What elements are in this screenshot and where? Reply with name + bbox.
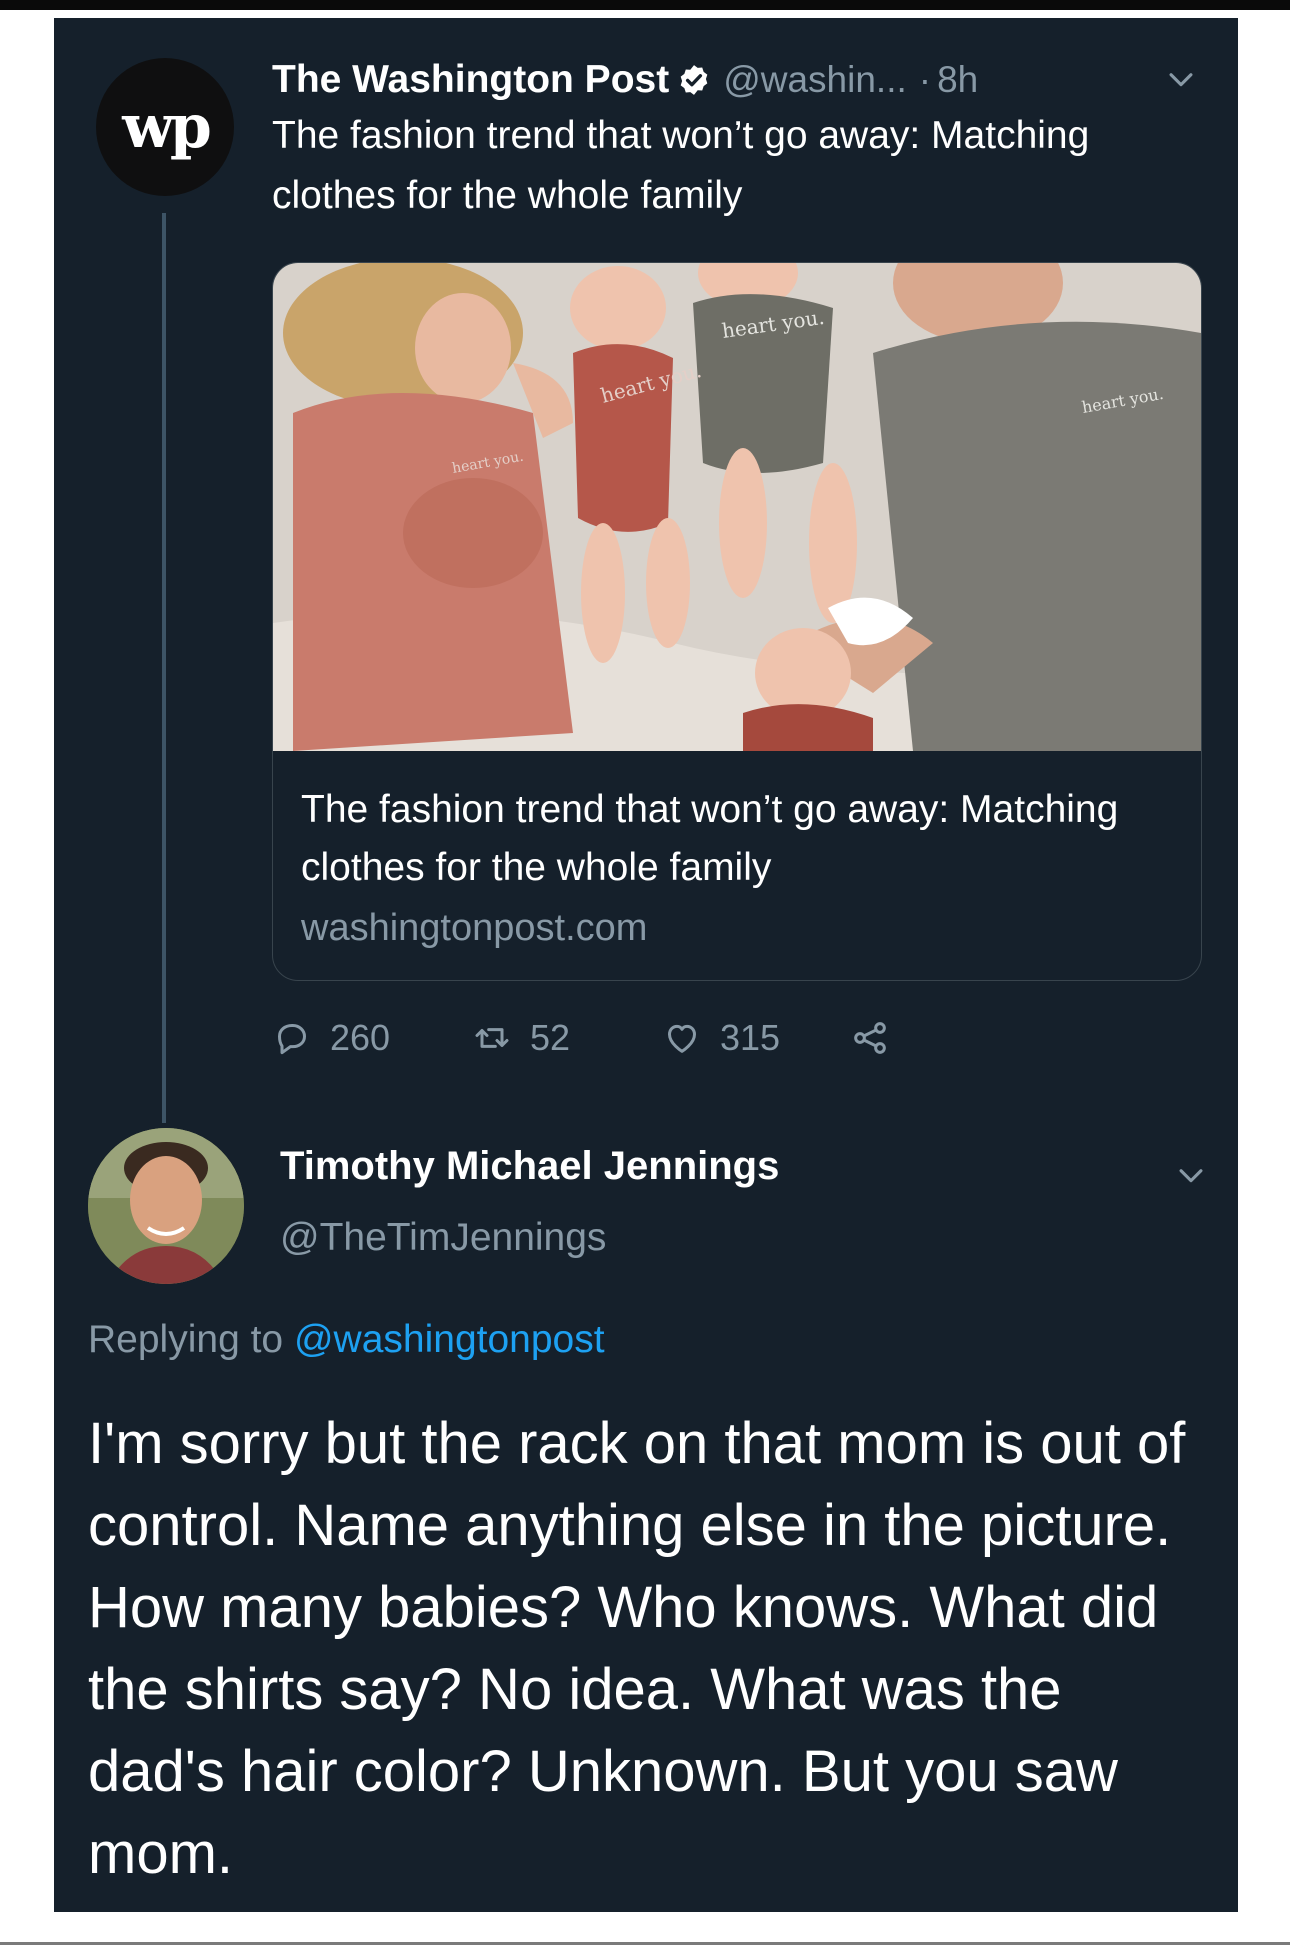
retweet-button[interactable]: 52 bbox=[472, 1008, 570, 1068]
tweet-thread-panel: wp The Washington Post @washin... · 8h T… bbox=[54, 18, 1238, 1912]
like-button[interactable]: 315 bbox=[662, 1008, 780, 1068]
reply-author-handle[interactable]: @TheTimJennings bbox=[280, 1216, 606, 1260]
share-icon bbox=[854, 1022, 886, 1054]
washington-post-avatar[interactable]: wp bbox=[96, 58, 234, 196]
tweet-header: The Washington Post @washin... · 8h bbox=[272, 50, 1212, 110]
replying-to-mention[interactable]: @washingtonpost bbox=[294, 1318, 605, 1361]
tweet-text: The fashion trend that won’t go away: Ma… bbox=[272, 114, 1090, 217]
retweet-count: 52 bbox=[530, 1017, 571, 1058]
reply-icon bbox=[278, 1024, 306, 1055]
tweet-timestamp[interactable]: 8h bbox=[937, 59, 978, 101]
reply-author-avatar[interactable] bbox=[88, 1128, 244, 1284]
replying-to-line: Replying to @washingtonpost bbox=[88, 1318, 605, 1362]
retweet-icon bbox=[475, 1028, 509, 1048]
thread-connector-line bbox=[162, 213, 166, 1123]
chevron-down-icon[interactable] bbox=[1174, 1158, 1208, 1192]
verified-icon bbox=[677, 63, 711, 97]
separator-dot: · bbox=[918, 59, 932, 100]
link-preview-card[interactable]: heart you. heart you. heart you. heart y… bbox=[272, 262, 1202, 981]
reply-text: I'm sorry but the rack on that mom is ou… bbox=[88, 1411, 1186, 1886]
reply-author-name[interactable]: Timothy Michael Jennings bbox=[280, 1144, 779, 1189]
like-icon bbox=[668, 1024, 696, 1053]
card-domain: washingtonpost.com bbox=[301, 907, 648, 949]
replying-prefix: Replying to bbox=[88, 1318, 284, 1361]
reply-count: 260 bbox=[330, 1017, 391, 1058]
author-name[interactable]: The Washington Post bbox=[272, 58, 669, 102]
reply-button[interactable]: 260 bbox=[272, 1008, 390, 1068]
like-count: 315 bbox=[720, 1017, 781, 1058]
share-button[interactable] bbox=[850, 1008, 908, 1068]
author-handle[interactable]: @washin... bbox=[723, 59, 907, 101]
bottom-border bbox=[0, 1942, 1290, 1945]
card-title: The fashion trend that won’t go away: Ma… bbox=[301, 788, 1119, 889]
top-border bbox=[0, 0, 1290, 10]
tweet-actions: 260 52 315 bbox=[272, 1008, 1172, 1068]
family-photo-image: heart you. heart you. heart you. heart y… bbox=[273, 263, 1201, 751]
chevron-down-icon[interactable] bbox=[1164, 62, 1198, 96]
